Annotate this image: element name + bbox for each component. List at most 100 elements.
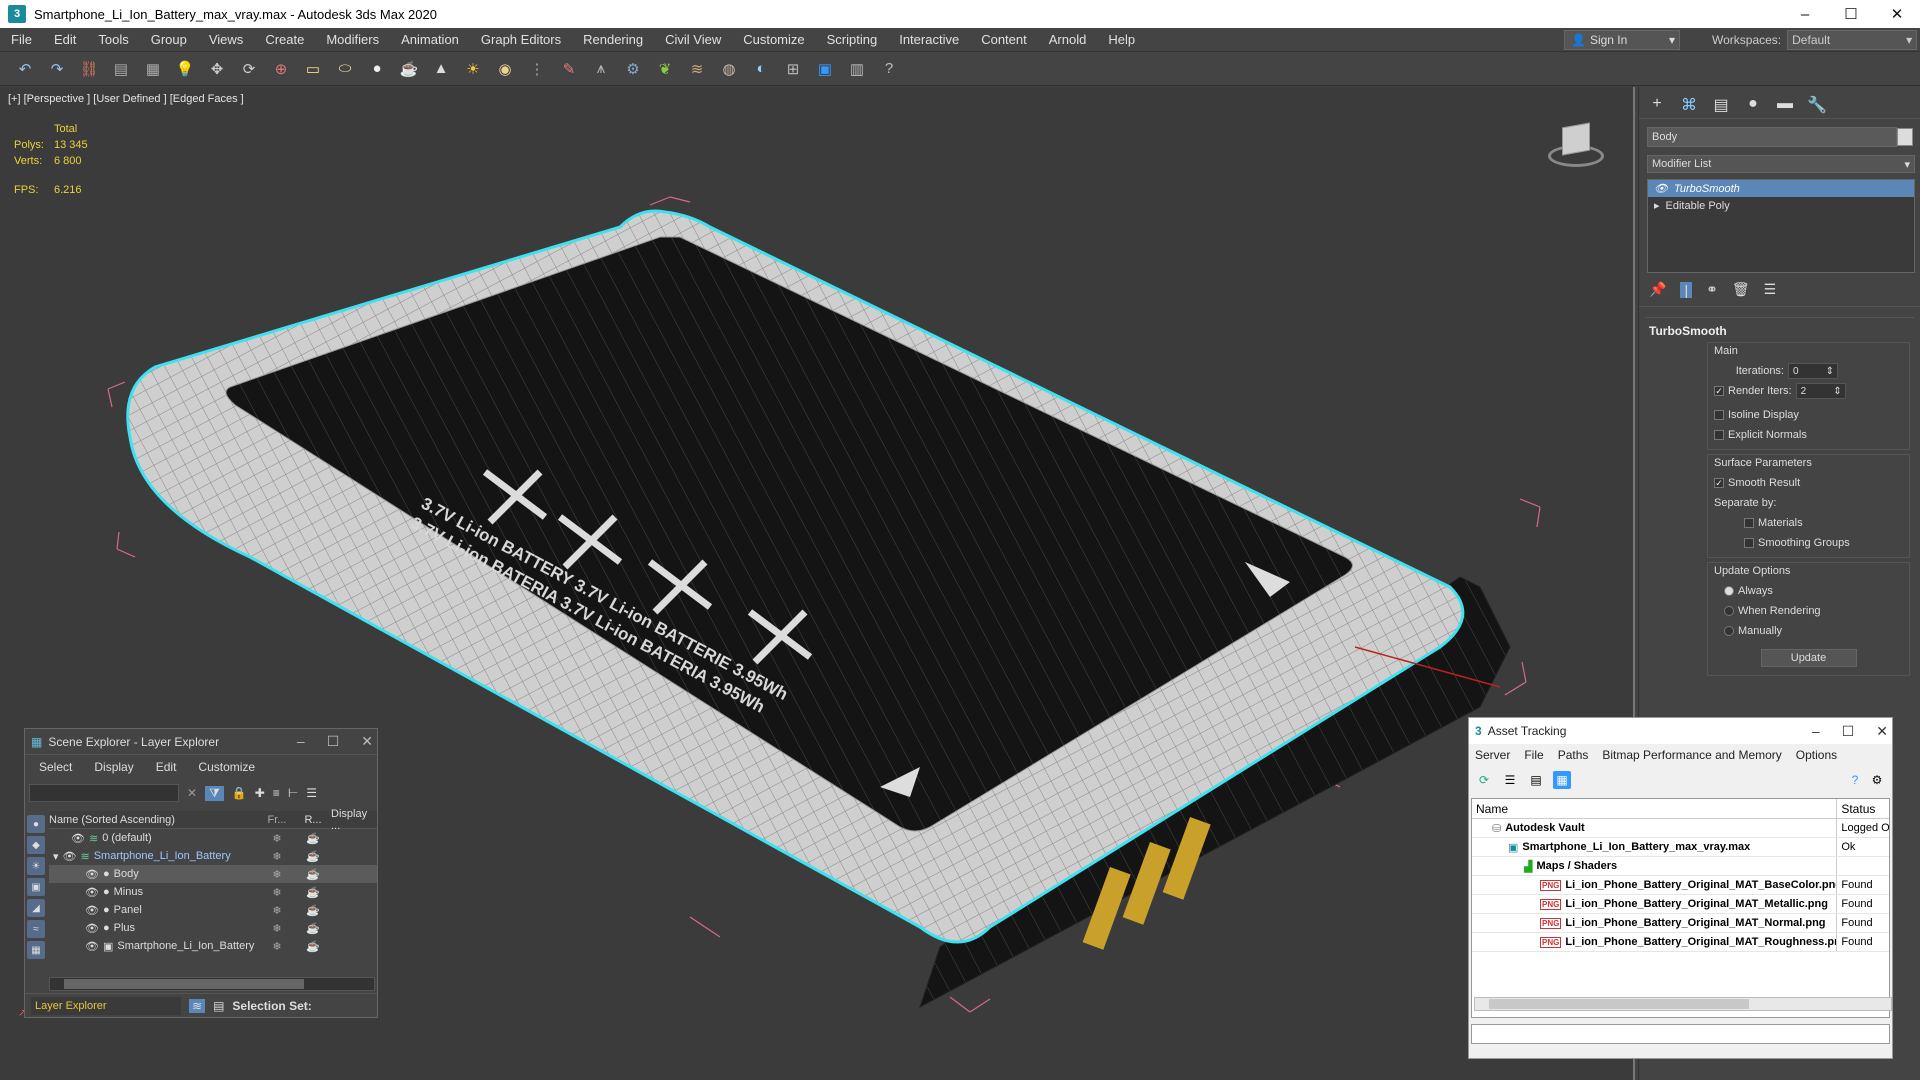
freeze-icon[interactable]: ❄ <box>259 922 295 935</box>
iterations-spinner[interactable]: 0 ⇕ <box>1788 363 1838 379</box>
delete-modifier-icon[interactable]: 🗑 <box>1732 281 1750 298</box>
minimize-icon[interactable]: – <box>1782 0 1828 28</box>
table-view-icon[interactable]: ▦ <box>1553 771 1571 789</box>
gear-icon[interactable]: ⚙ <box>620 56 646 82</box>
menu-customize[interactable]: Customize <box>198 760 255 774</box>
render-setup-icon[interactable]: ◐ <box>748 56 774 82</box>
layers-icon[interactable]: ≡ <box>273 786 280 800</box>
tree-row[interactable]: 👁 ● Plus ❄ ☕ <box>49 919 377 937</box>
filter-icon[interactable]: ⧩ <box>205 785 224 801</box>
scene-horizontal-scrollbar[interactable] <box>49 977 375 991</box>
scene-search-input[interactable] <box>29 784 179 802</box>
col-name[interactable]: Name (Sorted Ascending) <box>49 814 259 826</box>
undo-icon[interactable]: ↶ <box>12 56 38 82</box>
table-row[interactable]: ⛁ Autodesk Vault Logged O <box>1472 819 1889 838</box>
table-row[interactable]: PNG Li_ion_Phone_Battery_Original_MAT_Rou… <box>1472 933 1889 952</box>
plant-icon[interactable]: ❦ <box>652 56 678 82</box>
layers-icon[interactable]: ≋ <box>189 998 206 1013</box>
display-lights-icon[interactable]: ☀ <box>27 857 45 875</box>
asset-tracking-titlebar[interactable]: 3 Asset Tracking – ☐ ✕ <box>1469 718 1892 744</box>
freeze-icon[interactable]: ❄ <box>259 850 295 863</box>
close-icon[interactable]: ✕ <box>1876 723 1888 740</box>
object-name-field[interactable]: Body <box>1647 127 1897 147</box>
collapse-arrow-icon[interactable]: ▾ <box>53 850 59 863</box>
modify-tab-icon[interactable]: ⌘ <box>1679 95 1699 114</box>
tree-row[interactable]: 👁 ▣ Smartphone_Li_Ion_Battery ❄ ☕ <box>49 937 377 955</box>
stack-icon[interactable]: ☰ <box>306 786 317 800</box>
tree-row[interactable]: 👁 ● Panel ❄ ☕ <box>49 901 377 919</box>
configure-sets-icon[interactable]: ☰ <box>1764 281 1777 298</box>
teapot-icon[interactable]: ☕ <box>396 56 422 82</box>
help-icon[interactable]: ? <box>876 56 902 82</box>
cone-icon[interactable]: ▲ <box>428 56 454 82</box>
bind-space-warp-icon[interactable]: ▦ <box>140 56 166 82</box>
teapot-icon[interactable]: ☕ <box>295 886 331 899</box>
menu-file[interactable]: File <box>1524 748 1543 762</box>
menu-edit[interactable]: Edit <box>156 760 177 774</box>
add-layer-icon[interactable]: ✚ <box>255 786 265 800</box>
selection-set-icon[interactable]: ▤ <box>213 999 224 1013</box>
display-helpers-icon[interactable]: ◢ <box>27 899 45 917</box>
menu-file[interactable]: File <box>0 32 43 47</box>
minimize-icon[interactable]: – <box>1812 723 1820 740</box>
redo-icon[interactable]: ↷ <box>44 56 70 82</box>
menu-arnold[interactable]: Arnold <box>1038 32 1098 47</box>
menu-content[interactable]: Content <box>970 32 1038 47</box>
make-unique-icon[interactable]: ⚭ <box>1706 281 1718 298</box>
scene-explorer-titlebar[interactable]: ▦ Scene Explorer - Layer Explorer – ☐ ✕ <box>25 729 377 755</box>
display-shapes-icon[interactable]: ◆ <box>27 836 45 854</box>
object-color-swatch[interactable] <box>1897 128 1913 146</box>
table-row[interactable]: PNG Li_ion_Phone_Battery_Original_MAT_Nor… <box>1472 914 1889 933</box>
close-icon[interactable]: ✕ <box>1874 0 1920 28</box>
workspaces-select[interactable]: Default ▾ <box>1787 30 1918 50</box>
hierarchy-icon[interactable]: ⊢ <box>288 786 298 800</box>
menu-bitmap-performance[interactable]: Bitmap Performance and Memory <box>1602 748 1781 762</box>
manually-radio[interactable] <box>1724 626 1734 636</box>
settings-icon[interactable]: ⚙ <box>1868 771 1886 789</box>
menu-scripting[interactable]: Scripting <box>816 32 889 47</box>
create-tab-icon[interactable]: + <box>1647 95 1667 114</box>
eye-icon[interactable]: 👁 <box>85 940 99 953</box>
teapot-icon[interactable]: ☕ <box>295 922 331 935</box>
freeze-icon[interactable]: ❄ <box>259 904 295 917</box>
light-bulb-icon[interactable]: 💡 <box>172 56 198 82</box>
teapot-icon[interactable]: ☕ <box>295 832 331 845</box>
asset-horizontal-scrollbar[interactable] <box>1474 997 1892 1011</box>
eye-icon[interactable]: 👁 <box>71 832 85 845</box>
teapot-icon[interactable]: ☕ <box>295 940 331 953</box>
freeze-icon[interactable]: ❄ <box>259 886 295 899</box>
select-link-icon[interactable]: ⛓ <box>76 56 102 82</box>
table-row[interactable]: ▣ Smartphone_Li_Ion_Battery_max_vray.max … <box>1472 838 1889 857</box>
col-frozen[interactable]: Fr... <box>259 814 295 826</box>
box-icon[interactable]: ▭ <box>300 56 326 82</box>
col-status[interactable]: Status <box>1837 802 1889 816</box>
select-rotate-icon[interactable]: ⟳ <box>236 56 262 82</box>
eye-icon[interactable]: 👁 <box>85 922 99 935</box>
menu-server[interactable]: Server <box>1475 748 1510 762</box>
minimize-icon[interactable]: – <box>297 733 305 750</box>
col-display[interactable]: Display ... <box>331 808 377 832</box>
table-row[interactable]: PNG Li_ion_Phone_Battery_Original_MAT_Met… <box>1472 895 1889 914</box>
sign-in-dropdown[interactable]: 👤 Sign In ▾ <box>1564 30 1680 50</box>
sphere-icon[interactable]: ● <box>364 56 390 82</box>
render-iters-spinner[interactable]: 2 ⇕ <box>1795 383 1846 399</box>
menu-graph-editors[interactable]: Graph Editors <box>470 32 572 47</box>
freeze-icon[interactable]: ❄ <box>259 940 295 953</box>
hierarchy-tab-icon[interactable]: ▤ <box>1711 95 1731 114</box>
table-row[interactable]: PNG Li_ion_Phone_Battery_Original_MAT_Bas… <box>1472 876 1889 895</box>
menu-edit[interactable]: Edit <box>43 32 87 47</box>
menu-customize[interactable]: Customize <box>732 32 815 47</box>
list-view-icon[interactable]: ☰ <box>1501 771 1519 789</box>
table-row[interactable]: ▟ Maps / Shaders <box>1472 857 1889 876</box>
menu-paths[interactable]: Paths <box>1558 748 1589 762</box>
menu-views[interactable]: Views <box>198 32 254 47</box>
tree-row[interactable]: ▾ 👁 ≋ Smartphone_Li_Ion_Battery ❄ ☕ <box>49 847 377 865</box>
menu-rendering[interactable]: Rendering <box>572 32 654 47</box>
thumbnail-view-icon[interactable]: ▤ <box>1527 771 1545 789</box>
menu-tools[interactable]: Tools <box>87 32 139 47</box>
clear-search-icon[interactable]: ✕ <box>187 786 197 800</box>
tripod-icon[interactable]: ⩚ <box>588 56 614 82</box>
display-tab-icon[interactable]: ▬ <box>1775 95 1795 114</box>
isoline-checkbox[interactable] <box>1714 410 1724 420</box>
display-groups-icon[interactable]: ▦ <box>27 941 45 959</box>
